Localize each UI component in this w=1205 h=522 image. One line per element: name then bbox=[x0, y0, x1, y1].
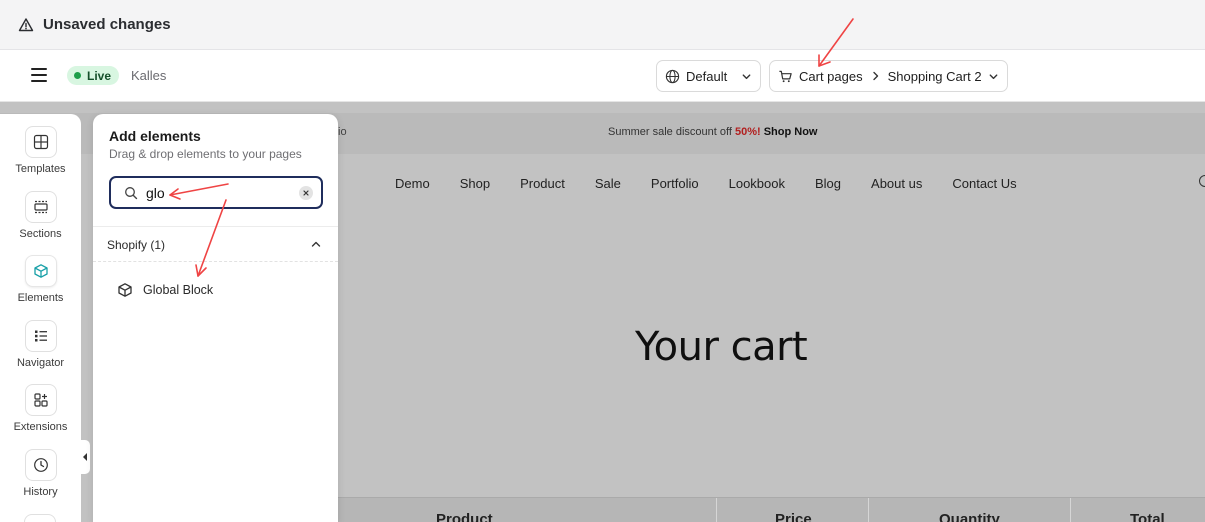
sidebar-item-label: Extensions bbox=[13, 421, 68, 433]
element-global-block[interactable]: Global Block bbox=[117, 281, 213, 299]
nav-item-demo[interactable]: Demo bbox=[395, 176, 430, 191]
unsaved-changes-bar: Unsaved changes bbox=[0, 0, 1205, 50]
nav-item-product[interactable]: Product bbox=[520, 176, 565, 191]
clock-icon bbox=[33, 458, 48, 472]
page-selector[interactable]: Cart pages Shopping Cart 2 bbox=[769, 60, 1008, 92]
table-header-total: Total bbox=[1130, 511, 1165, 522]
table-header-quantity: Quantity bbox=[939, 511, 1000, 522]
live-status-badge: Live bbox=[67, 66, 120, 85]
cart-icon bbox=[779, 70, 792, 82]
language-select-value: Default bbox=[686, 68, 728, 84]
warning-icon bbox=[18, 17, 34, 31]
sidebar-item-history[interactable]: History bbox=[0, 449, 81, 498]
extensions-icon bbox=[33, 393, 48, 407]
chevron-down-icon bbox=[742, 73, 751, 79]
nav-item-contact[interactable]: Contact Us bbox=[952, 176, 1016, 191]
announcement-percent: 50%! bbox=[734, 126, 761, 138]
element-search-input[interactable] bbox=[146, 184, 276, 201]
cart-page-title: Your cart bbox=[635, 324, 808, 370]
close-icon bbox=[303, 189, 309, 196]
sidebar-item-templates[interactable]: Templates bbox=[0, 126, 81, 175]
store-name: Kalles bbox=[131, 68, 167, 83]
chevron-up-icon bbox=[311, 241, 321, 247]
nav-item-shop[interactable]: Shop bbox=[460, 176, 490, 191]
table-header-price: Price bbox=[775, 511, 812, 522]
sections-icon bbox=[33, 200, 48, 214]
cube-icon bbox=[33, 264, 48, 278]
language-select[interactable]: Default bbox=[656, 60, 761, 92]
sidebar-item-label: Sections bbox=[19, 228, 62, 240]
announcement-text: Summer sale discount off 50%! Shop Now bbox=[608, 126, 818, 138]
nav-item-blog[interactable]: Blog bbox=[815, 176, 841, 191]
table-header-product: Product bbox=[436, 511, 493, 522]
templates-icon bbox=[33, 134, 48, 150]
chevron-right-icon bbox=[872, 71, 878, 81]
sidebar-item-more[interactable] bbox=[24, 514, 56, 522]
search-icon bbox=[125, 186, 138, 199]
list-icon bbox=[34, 330, 47, 342]
sidebar-item-label: Elements bbox=[17, 292, 64, 304]
clear-search-button[interactable] bbox=[299, 185, 313, 200]
nav-item-about[interactable]: About us bbox=[871, 176, 922, 191]
add-elements-panel: Add elements Drag & drop elements to you… bbox=[93, 114, 338, 522]
page-name-label: Shopping Cart 2 bbox=[887, 68, 982, 84]
shopify-section-toggle[interactable]: Shopify (1) bbox=[93, 226, 338, 262]
announcement-fragment: io bbox=[338, 126, 347, 138]
caret-left-icon bbox=[83, 453, 87, 461]
live-label: Live bbox=[87, 68, 112, 83]
editor-header: Live Kalles Default Cart pages Shopping … bbox=[0, 50, 1205, 102]
collapse-sidebar-button[interactable] bbox=[80, 440, 90, 474]
chevron-down-icon bbox=[989, 73, 998, 79]
section-label: Shopify (1) bbox=[107, 238, 166, 252]
sidebar-item-label: Templates bbox=[15, 163, 66, 175]
nav-item-portfolio[interactable]: Portfolio bbox=[651, 176, 699, 191]
live-dot bbox=[74, 72, 81, 79]
element-search-field[interactable] bbox=[109, 176, 323, 209]
shop-now-link[interactable]: Shop Now bbox=[761, 126, 818, 138]
nav-item-sale[interactable]: Sale bbox=[595, 176, 621, 191]
sidebar-item-navigator[interactable]: Navigator bbox=[0, 320, 81, 369]
sidebar-item-sections[interactable]: Sections bbox=[0, 191, 81, 240]
site-navigation: Demo Shop Product Sale Portfolio Lookboo… bbox=[395, 176, 1047, 191]
menu-icon[interactable] bbox=[31, 68, 47, 82]
sidebar-item-extensions[interactable]: Extensions bbox=[0, 384, 81, 433]
left-sidebar-rail: Templates Sections Elements Navigator Ex… bbox=[0, 114, 81, 522]
sidebar-item-label: History bbox=[23, 486, 58, 498]
element-label: Global Block bbox=[143, 283, 214, 297]
cube-icon bbox=[118, 283, 132, 297]
panel-title: Add elements bbox=[109, 128, 201, 144]
cart-table-header: Product Price Quantity Total bbox=[338, 497, 1205, 522]
page-type-label: Cart pages bbox=[799, 68, 863, 84]
search-icon[interactable] bbox=[1199, 175, 1205, 187]
globe-icon bbox=[665, 69, 680, 83]
sidebar-item-label: Navigator bbox=[16, 357, 65, 369]
panel-subtitle: Drag & drop elements to your pages bbox=[109, 147, 302, 161]
sidebar-item-elements[interactable]: Elements bbox=[0, 255, 81, 304]
nav-item-lookbook[interactable]: Lookbook bbox=[729, 176, 785, 191]
unsaved-changes-text: Unsaved changes bbox=[43, 16, 171, 33]
